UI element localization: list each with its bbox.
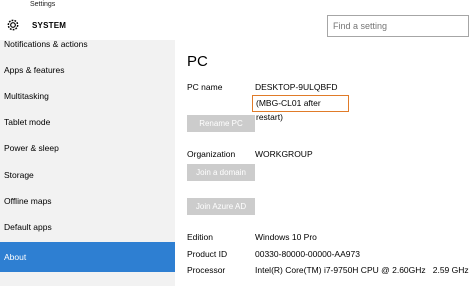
- window-title: Settings: [30, 1, 56, 8]
- sidebar-item-offline-maps[interactable]: Offline maps: [0, 189, 175, 214]
- pc-name-value: DESKTOP-9ULQBFD: [255, 82, 338, 92]
- edition-label: Edition: [187, 232, 213, 242]
- processor-label: Processor: [187, 265, 226, 275]
- search-box[interactable]: [327, 15, 469, 37]
- join-azure-ad-button[interactable]: Join Azure AD: [187, 198, 255, 215]
- search-input[interactable]: [328, 16, 468, 36]
- edition-value: Windows 10 Pro: [255, 232, 317, 242]
- sidebar-item-tablet-mode[interactable]: Tablet mode: [0, 110, 175, 135]
- rename-pc-button[interactable]: Rename PC: [187, 115, 255, 132]
- header: SYSTEM: [0, 12, 474, 40]
- page-title: PC: [187, 53, 208, 70]
- pc-name-annotation: (MBG-CL01 after restart): [252, 95, 349, 122]
- processor-value: Intel(R) Core(TM) i7-9750H CPU @ 2.60GHz…: [255, 265, 469, 275]
- gear-icon[interactable]: [6, 18, 20, 32]
- about-panel: PC PC name DESKTOP-9ULQBFD (MBG-CL01 aft…: [175, 40, 474, 286]
- sidebar-item-apps-features[interactable]: Apps & features: [0, 58, 175, 83]
- sidebar-item-about[interactable]: About: [0, 242, 175, 272]
- organization-value: WORKGROUP: [255, 149, 313, 159]
- section-title: SYSTEM: [32, 21, 67, 30]
- sidebar-item-multitasking[interactable]: Multitasking: [0, 84, 175, 109]
- organization-label: Organization: [187, 149, 236, 159]
- sidebar: Notifications & actions Apps & features …: [0, 40, 175, 286]
- product-id-value: 00330-80000-00000-AA973: [255, 249, 360, 259]
- sidebar-item-power-sleep[interactable]: Power & sleep: [0, 136, 175, 161]
- product-id-label: Product ID: [187, 249, 228, 259]
- sidebar-item-notifications[interactable]: Notifications & actions: [0, 40, 175, 57]
- join-domain-button[interactable]: Join a domain: [187, 164, 255, 181]
- sidebar-item-default-apps[interactable]: Default apps: [0, 215, 175, 240]
- title-bar: Settings: [0, 0, 474, 12]
- sidebar-item-storage[interactable]: Storage: [0, 163, 175, 188]
- pc-name-label: PC name: [187, 82, 223, 92]
